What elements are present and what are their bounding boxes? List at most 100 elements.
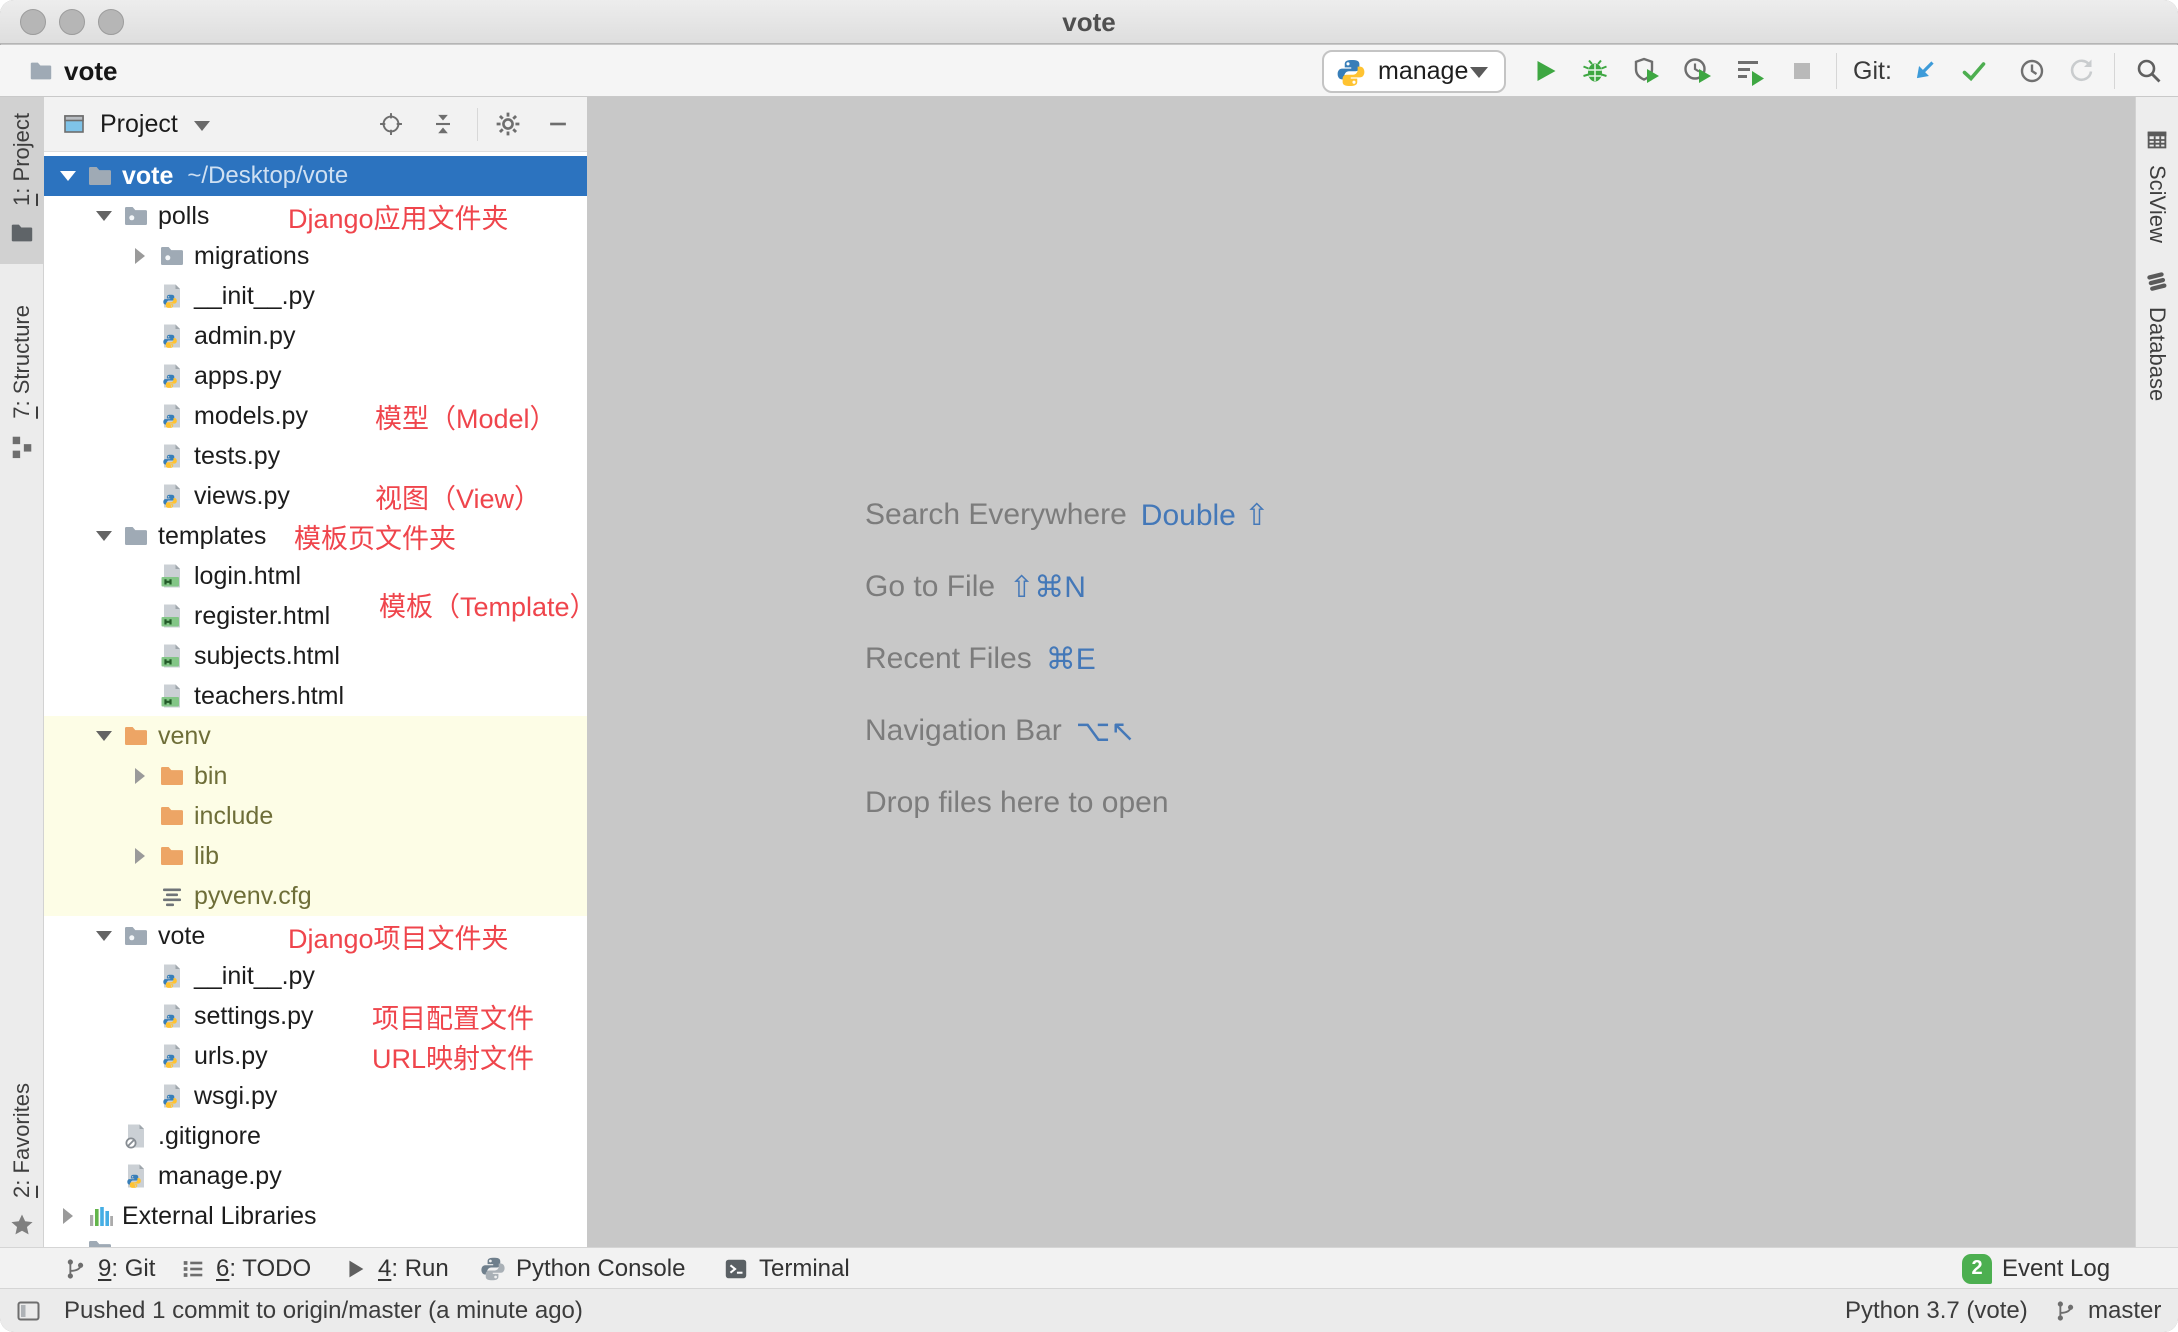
tree-item-manage.py[interactable]: manage.py	[44, 1156, 587, 1196]
tree-item-tests.py[interactable]: tests.py	[44, 436, 587, 476]
tree-item-clipped[interactable]	[44, 1236, 587, 1247]
tree-item-.gitignore[interactable]: .gitignore	[44, 1116, 587, 1156]
tree-item-label: subjects.html	[194, 642, 340, 671]
tree-item-label: lib	[194, 842, 219, 871]
toolwindow-button-run[interactable]: 4: Run	[342, 1248, 449, 1289]
event-log-badge: 2	[1962, 1254, 1992, 1284]
toolwindow-button-git[interactable]: 9: Git	[62, 1248, 155, 1289]
python-logo-icon	[480, 1256, 506, 1282]
annotation-label: 模板页文件夹	[294, 517, 456, 556]
html-file-icon	[158, 682, 186, 710]
tree-item-label: wsgi.py	[194, 1082, 277, 1111]
tree-item-label: views.py	[194, 482, 290, 511]
git-update-icon[interactable]	[1908, 55, 1940, 87]
tree-item-label: migrations	[194, 242, 309, 271]
annotation-label: 项目配置文件	[372, 997, 534, 1036]
todo-icon	[180, 1256, 206, 1282]
profiler-icon[interactable]	[1681, 55, 1713, 87]
toolwindow-button-database[interactable]: Database	[2136, 269, 2178, 401]
tree-item-lib[interactable]: lib	[44, 836, 587, 876]
pycharm-window: vote vote manage Git: 1: Project 7:	[0, 0, 2178, 1332]
hide-panel-icon[interactable]	[544, 110, 572, 138]
run-configuration-selector[interactable]: manage	[1322, 50, 1506, 93]
tree-item-settings.py[interactable]: settings.py项目配置文件	[44, 996, 587, 1036]
chevron-down-icon[interactable]	[86, 731, 122, 741]
chevron-down-icon[interactable]	[194, 121, 210, 131]
tree-item-path: ~/Desktop/vote	[187, 162, 348, 190]
shortcut-line: Search EverywhereDouble ⇧	[865, 479, 1269, 551]
title-bar: vote	[0, 0, 2178, 44]
tree-item-wsgi.py[interactable]: wsgi.py	[44, 1076, 587, 1116]
debug-icon[interactable]	[1579, 55, 1611, 87]
tree-item-apps.py[interactable]: apps.py	[44, 356, 587, 396]
chevron-right-icon[interactable]	[122, 768, 158, 784]
tree-item-label: admin.py	[194, 322, 295, 351]
py-file-icon	[158, 362, 186, 390]
python-interpreter-widget[interactable]: Python 3.7 (vote)	[1845, 1289, 2028, 1332]
coverage-icon[interactable]	[1629, 55, 1661, 87]
gear-icon[interactable]	[494, 110, 522, 138]
tree-item-label: register.html	[194, 602, 330, 631]
tree-item-register.html[interactable]: register.html模板（Template）	[44, 596, 587, 636]
tree-item-__init__.py[interactable]: __init__.py	[44, 276, 587, 316]
tree-item-vote[interactable]: vote~/Desktop/vote	[44, 156, 587, 196]
chevron-down-icon[interactable]	[86, 211, 122, 221]
header-separator	[477, 108, 478, 141]
bottom-toolwindow-bar: 9: Git 6: TODO 4: Run Python Console Ter…	[0, 1247, 2178, 1288]
tree-item-polls[interactable]: pollsDjango应用文件夹	[44, 196, 587, 236]
toolwindow-button-project[interactable]: 1: Project	[0, 97, 44, 264]
window-title: vote	[0, 0, 2178, 44]
editor-area[interactable]: Search EverywhereDouble ⇧ Go to File⇧⌘N …	[587, 97, 2135, 1247]
tree-item-include[interactable]: include	[44, 796, 587, 836]
tree-item-teachers.html[interactable]: teachers.html	[44, 676, 587, 716]
locate-icon[interactable]	[377, 110, 405, 138]
toolwindow-button-sciview[interactable]: SciView	[2136, 127, 2178, 243]
shortcut-keys: ⇧⌘N	[1009, 570, 1086, 605]
chevron-right-icon[interactable]	[122, 248, 158, 264]
collapse-all-icon[interactable]	[429, 110, 457, 138]
toolwindow-button-favorites[interactable]: 2: Favorites	[0, 1067, 44, 1237]
tree-item-admin.py[interactable]: admin.py	[44, 316, 587, 356]
git-history-icon[interactable]	[2016, 55, 2048, 87]
left-toolwindow-bar: 1: Project 7: Structure 2: Favorites	[0, 97, 44, 1247]
tree-item-templates[interactable]: templates模板页文件夹	[44, 516, 587, 556]
run-configs-icon[interactable]	[1734, 55, 1766, 87]
tree-item-__init__.py[interactable]: __init__.py	[44, 956, 587, 996]
git-branch-widget[interactable]: master	[2052, 1289, 2161, 1332]
tree-item-subjects.html[interactable]: subjects.html	[44, 636, 587, 676]
window-toggle-icon[interactable]	[14, 1289, 42, 1332]
panel-title[interactable]: Project	[100, 97, 178, 152]
git-label: Git:	[1853, 45, 1892, 97]
toolwindow-button-python-console[interactable]: Python Console	[480, 1248, 685, 1289]
git-commit-icon[interactable]	[1958, 55, 1990, 87]
chevron-down-icon[interactable]	[86, 931, 122, 941]
breadcrumb[interactable]: vote	[64, 45, 117, 97]
ext-libs-icon	[86, 1202, 114, 1230]
tree-item-External Libraries[interactable]: External Libraries	[44, 1196, 587, 1236]
toolwindow-button-structure[interactable]: 7: Structure	[0, 289, 44, 449]
chevron-down-icon[interactable]	[50, 171, 86, 181]
search-icon[interactable]	[2133, 55, 2165, 87]
toolwindow-button-terminal[interactable]: Terminal	[723, 1248, 850, 1289]
shortcut-line: Drop files here to open	[865, 767, 1269, 839]
toolwindow-button-event-log[interactable]: 2 Event Log	[1962, 1248, 2110, 1289]
tree-item-vote[interactable]: voteDjango项目文件夹	[44, 916, 587, 956]
chevron-right-icon[interactable]	[122, 848, 158, 864]
toolwindow-button-todo[interactable]: 6: TODO	[180, 1248, 311, 1289]
run-config-name: manage	[1378, 52, 1468, 91]
folder-icon	[9, 220, 35, 246]
stop-icon	[1786, 55, 1818, 87]
chevron-right-icon[interactable]	[50, 1208, 86, 1224]
tree-item-venv[interactable]: venv	[44, 716, 587, 756]
tree-item-label: manage.py	[158, 1162, 282, 1191]
tree-item-migrations[interactable]: migrations	[44, 236, 587, 276]
tree-item-label: venv	[158, 722, 211, 751]
run-icon[interactable]	[1529, 55, 1561, 87]
tree-item-views.py[interactable]: views.py视图（View）	[44, 476, 587, 516]
tree-item-models.py[interactable]: models.py模型（Model）	[44, 396, 587, 436]
status-message: Pushed 1 commit to origin/master (a minu…	[64, 1289, 583, 1332]
tree-item-urls.py[interactable]: urls.pyURL映射文件	[44, 1036, 587, 1076]
tree-item-pyvenv.cfg[interactable]: pyvenv.cfg	[44, 876, 587, 916]
chevron-down-icon[interactable]	[86, 531, 122, 541]
tree-item-bin[interactable]: bin	[44, 756, 587, 796]
